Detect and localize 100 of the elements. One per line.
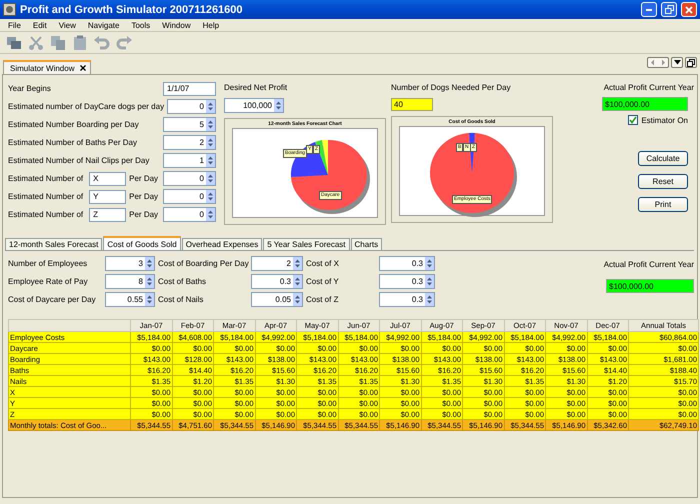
left-right-arrows-icon [650, 59, 666, 66]
name-field[interactable]: X [89, 172, 126, 186]
field-label: Cost of Baths [158, 276, 208, 288]
caret-icon [674, 60, 680, 65]
up-down-arrows-icon [295, 277, 300, 286]
menu-item[interactable]: File [2, 20, 27, 30]
restore-button[interactable] [685, 57, 697, 68]
up-down-arrows-icon [208, 156, 213, 165]
field-label: Estimated Number Boarding per Day [8, 120, 140, 129]
restore-icon [664, 5, 674, 14]
number-spinner[interactable]: 0.3 [251, 274, 303, 289]
field-label: Actual Profit Current Year [604, 82, 694, 93]
tab[interactable]: 5 Year Sales Forecast [263, 238, 350, 250]
push-button[interactable]: Reset [638, 174, 688, 189]
result-field: 40 [391, 98, 433, 111]
number-spinner[interactable]: 0.3 [379, 274, 435, 289]
up-down-arrows-icon [147, 277, 152, 286]
field-label: Desired Net Profit [224, 82, 288, 93]
field-label: Estimated Number of Baths Per Day [8, 138, 138, 147]
up-down-arrows-icon [427, 295, 432, 304]
number-spinner[interactable]: 0.3 [379, 256, 435, 271]
check-icon [629, 116, 638, 124]
push-button[interactable]: Print [638, 197, 688, 212]
up-down-arrows-icon [208, 102, 213, 111]
push-button[interactable]: Calculate [638, 151, 688, 166]
number-spinner[interactable]: 0.3 [379, 292, 435, 307]
field-label: Estimated Number of [8, 174, 84, 183]
paste-icon[interactable] [72, 34, 88, 50]
field-label: Cost of Y [306, 276, 340, 288]
up-down-arrows-icon [276, 101, 281, 110]
close-button[interactable] [681, 2, 697, 17]
result-field: $100,000.00 [606, 279, 694, 293]
tab[interactable]: 12-month Sales Forecast [5, 238, 102, 250]
restore-icon [687, 58, 695, 66]
windows-icon[interactable] [6, 34, 22, 50]
up-down-arrows-icon [295, 295, 300, 304]
number-spinner[interactable]: 3 [105, 256, 155, 271]
menu-item[interactable]: Edit [26, 20, 53, 30]
dropdown-button[interactable] [671, 57, 683, 68]
up-down-arrows-icon [295, 259, 300, 268]
field-label: Employee Rate of Pay [8, 276, 89, 288]
number-spinner[interactable]: 100,000 [224, 98, 284, 113]
tab[interactable]: Charts [350, 238, 382, 250]
up-down-arrows-icon [208, 174, 213, 183]
up-down-arrows-icon [427, 277, 432, 286]
up-down-arrows-icon [208, 138, 213, 147]
field-label: Cost of X [306, 258, 340, 270]
menu-item[interactable]: Tools [125, 20, 156, 30]
menu-item[interactable]: Help [196, 20, 226, 30]
field-label: Cost of Z [306, 294, 340, 306]
number-spinner[interactable]: 0.55 [105, 292, 155, 307]
name-field[interactable]: Y [89, 190, 126, 204]
menu-item[interactable]: View [52, 20, 82, 30]
up-down-arrows-icon [427, 259, 432, 268]
number-spinner[interactable]: 0 [163, 189, 216, 204]
scroll-tabs-button[interactable] [647, 57, 669, 68]
field-label: Estimated Number of [8, 210, 84, 219]
minimize-icon [646, 8, 652, 10]
number-spinner[interactable]: 2 [163, 135, 216, 150]
up-down-arrows-icon [147, 259, 152, 268]
field-label: Per Day [129, 210, 160, 219]
field-label: Cost of Boarding Per Day [158, 258, 248, 270]
number-spinner[interactable]: 1 [163, 153, 216, 168]
minimize-button[interactable] [641, 2, 657, 17]
up-down-arrows-icon [208, 192, 213, 201]
tab[interactable]: Cost of Goods Sold [103, 236, 181, 250]
field-label: Cost of Daycare per Day [8, 294, 97, 306]
field-label: Per Day [129, 192, 160, 201]
copy-icon[interactable] [50, 34, 66, 50]
app-icon [3, 3, 16, 16]
number-spinner[interactable]: 0 [163, 207, 216, 222]
field-label: Cost of Nails [158, 294, 204, 306]
date-field[interactable]: 1/1/07 [163, 82, 216, 96]
close-icon [685, 6, 693, 14]
number-spinner[interactable]: 8 [105, 274, 155, 289]
number-spinner[interactable]: 5 [163, 117, 216, 132]
number-spinner[interactable]: 0 [167, 99, 216, 114]
result-field: $100,000.00 [602, 97, 688, 111]
number-spinner[interactable]: 0.05 [251, 292, 303, 307]
up-down-arrows-icon [147, 295, 152, 304]
field-label: Number of Dogs Needed Per Day [391, 82, 512, 93]
number-spinner[interactable]: 0 [163, 171, 216, 186]
window-title: Profit and Growth Simulator 200711261600 [20, 4, 244, 16]
field-label: Estimated number of DayCare dogs per day [8, 102, 164, 111]
estimator-checkbox[interactable]: Estimator On [628, 115, 688, 125]
field-label: Per Day [129, 174, 160, 183]
field-label: Number of Employees [8, 258, 88, 270]
up-down-arrows-icon [208, 210, 213, 219]
number-spinner[interactable]: 2 [251, 256, 303, 271]
field-label: Year Begins [8, 84, 52, 93]
document-tab[interactable]: Simulator Window [3, 60, 92, 74]
close-icon [80, 65, 86, 71]
up-down-arrows-icon [208, 120, 213, 129]
menu-item[interactable]: Window [156, 20, 197, 30]
name-field[interactable]: Z [89, 208, 126, 222]
menu-item[interactable]: Navigate [82, 20, 126, 30]
field-label: Estimated Number of Nail Clips per Day [8, 156, 150, 165]
field-label: Actual Profit Current Year [604, 259, 694, 271]
field-label: Estimated Number of [8, 192, 84, 201]
tab[interactable]: Overhead Expenses [182, 238, 262, 250]
